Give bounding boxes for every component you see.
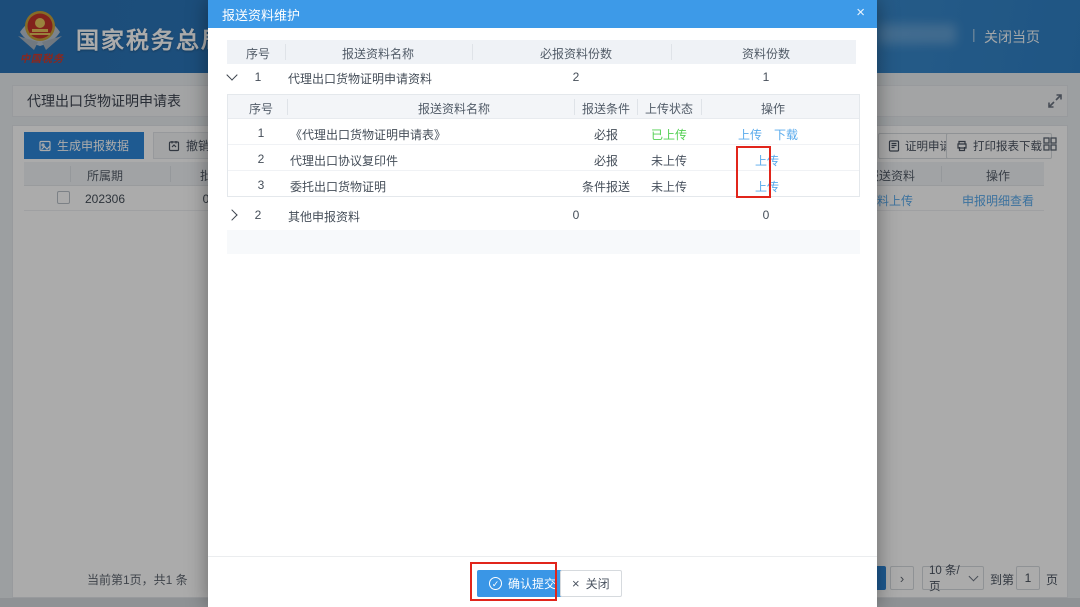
close-x-icon: ×	[572, 576, 580, 591]
col-condition: 报送条件	[582, 100, 630, 117]
col-material-name: 报送资料名称	[342, 45, 414, 62]
button-label: 关闭	[586, 575, 610, 592]
app-root: 中国税务 国家税务总局 | 关闭当页 代理出口货物证明申请表 生成申报数据 撤销…	[0, 0, 1080, 607]
row-index: 1	[258, 126, 265, 140]
material-group-name: 其他申报资料	[288, 208, 360, 225]
modal-footer: ✓ 确认提交 × 关闭	[208, 556, 877, 607]
inner-row-1: 1 《代理出口货物证明申请表》 必报 已上传 上传 下载	[228, 119, 859, 145]
modal-header: 报送资料维护 ×	[208, 0, 877, 28]
col-upload-status: 上传状态	[645, 100, 693, 117]
required-count: 2	[573, 70, 580, 84]
row-index: 2	[258, 152, 265, 166]
upload-status: 未上传	[651, 178, 687, 195]
material-name: 代理出口协议复印件	[290, 152, 398, 169]
col-index: 序号	[249, 100, 273, 117]
required-count: 0	[573, 208, 580, 222]
col-required-count: 必报资料份数	[540, 45, 612, 62]
chevron-right-icon[interactable]	[226, 209, 237, 220]
inner-row-2: 2 代理出口协议复印件 必报 未上传 上传	[228, 145, 859, 171]
check-circle-icon: ✓	[489, 577, 502, 590]
material-name: 委托出口货物证明	[290, 178, 386, 195]
confirm-submit-button[interactable]: ✓ 确认提交	[477, 570, 568, 597]
upload-status: 已上传	[651, 126, 687, 143]
condition: 必报	[594, 152, 618, 169]
material-maintenance-modal: 报送资料维护 × 序号 报送资料名称 必报资料份数 资料份数 1 代理出口货物证…	[208, 0, 877, 607]
button-label: 确认提交	[508, 575, 556, 592]
row-index: 3	[258, 178, 265, 192]
count: 0	[763, 208, 770, 222]
download-link[interactable]: 下载	[774, 126, 798, 143]
modal-close-icon[interactable]: ×	[856, 4, 865, 21]
upload-link[interactable]: 上传	[755, 178, 779, 195]
inner-row-3: 3 委托出口货物证明 条件报送 未上传 上传	[228, 171, 859, 197]
upload-link[interactable]: 上传	[738, 126, 762, 143]
col-count: 资料份数	[742, 45, 790, 62]
row-index: 1	[255, 70, 262, 84]
inner-table-header: 序号 报送资料名称 报送条件 上传状态 操作	[228, 95, 859, 119]
outer-row-1: 1 代理出口货物证明申请资料 2 1	[220, 64, 860, 90]
upload-link[interactable]: 上传	[755, 152, 779, 169]
outer-table-header: 序号 报送资料名称 必报资料份数 资料份数	[227, 40, 856, 64]
col-actions: 操作	[761, 100, 785, 117]
condition: 必报	[594, 126, 618, 143]
inner-table: 序号 报送资料名称 报送条件 上传状态 操作 1 《代理出口货物证明申请表》 必…	[227, 94, 860, 197]
modal-title: 报送资料维护	[222, 5, 300, 24]
count: 1	[763, 70, 770, 84]
upload-status: 未上传	[651, 152, 687, 169]
material-group-name: 代理出口货物证明申请资料	[288, 70, 432, 87]
empty-row-stripe	[227, 230, 860, 254]
chevron-down-icon[interactable]	[226, 69, 237, 80]
col-material-name: 报送资料名称	[418, 100, 490, 117]
material-name: 《代理出口货物证明申请表》	[290, 126, 446, 143]
condition: 条件报送	[582, 178, 630, 195]
row-index: 2	[255, 208, 262, 222]
col-index: 序号	[246, 45, 270, 62]
modal-close-button[interactable]: × 关闭	[560, 570, 622, 597]
outer-row-2: 2 其他申报资料 0 0	[220, 202, 860, 228]
